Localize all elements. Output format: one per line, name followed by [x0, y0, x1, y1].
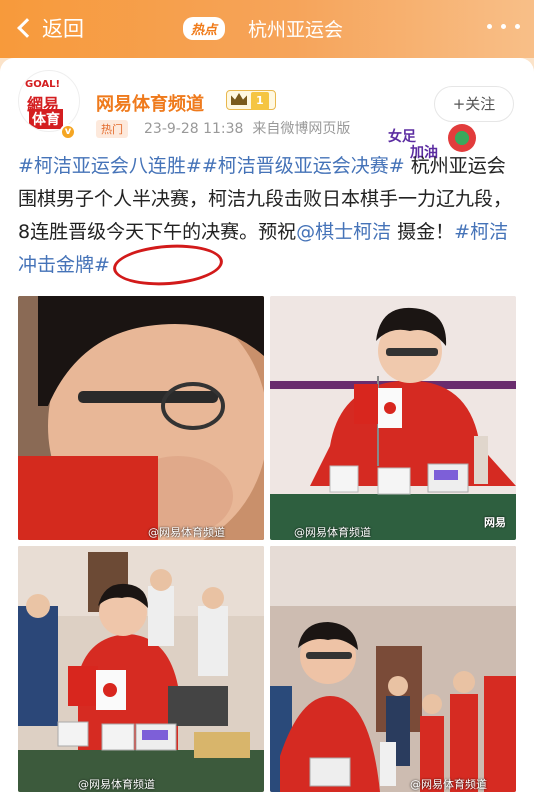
- avatar[interactable]: GOAL! 網易 体育: [18, 70, 80, 132]
- back-label: 返回: [42, 17, 84, 41]
- post-source: 来自微博网页版: [252, 121, 351, 137]
- mention-link[interactable]: @棋士柯洁: [296, 221, 391, 243]
- watermark: @网易体育频道: [294, 526, 371, 539]
- post-body-end: 摄金！: [391, 221, 455, 243]
- hashtag-link[interactable]: #柯洁晋级亚运会决赛#: [202, 155, 405, 177]
- photo-3[interactable]: @网易体育频道: [18, 546, 264, 792]
- watermark: @网易体育频道: [78, 778, 155, 791]
- post-text: #柯洁亚运会八连胜##柯洁晋级亚运会决赛# 杭州亚运会围棋男子个人半决赛，柯洁九…: [18, 150, 518, 282]
- hashtag-link[interactable]: #柯洁亚运会八连胜#: [18, 155, 202, 177]
- chevron-left-icon: [17, 18, 37, 38]
- photo-1-image: [18, 296, 264, 540]
- photo-1[interactable]: @网易体育频道: [18, 296, 264, 540]
- crown-icon: [231, 93, 247, 105]
- corner-logo: 网易: [484, 516, 506, 529]
- follow-button[interactable]: +关注: [434, 86, 514, 122]
- hot-tag: 热门: [96, 120, 128, 138]
- avatar-text-sports: 体育: [29, 109, 63, 129]
- photo-2-image: [270, 296, 516, 540]
- level-number: 1: [251, 92, 269, 110]
- header-bar: 返回 热点 杭州亚运会: [0, 0, 534, 58]
- photo-4[interactable]: @网易体育频道: [270, 546, 516, 792]
- topic-title[interactable]: 杭州亚运会: [248, 15, 343, 42]
- account-name[interactable]: 网易体育频道: [96, 90, 204, 116]
- level-badge: 1: [226, 90, 276, 110]
- back-button[interactable]: 返回: [16, 13, 84, 43]
- watermark: @网易体育频道: [148, 526, 225, 539]
- verified-icon: v: [60, 124, 76, 140]
- more-icon[interactable]: [487, 24, 520, 29]
- flower-icon: [448, 124, 476, 152]
- photo-4-image: [270, 546, 516, 792]
- timestamp: 23-9-28 11:38: [144, 121, 244, 137]
- photo-2[interactable]: @网易体育频道 网易: [270, 296, 516, 540]
- watermark: @网易体育频道: [410, 778, 487, 791]
- hot-badge: 热点: [183, 17, 226, 40]
- photo-3-image: [18, 546, 264, 792]
- avatar-text-goal: GOAL!: [25, 79, 61, 90]
- post-meta: 23-9-28 11:38 来自微博网页版: [144, 118, 350, 138]
